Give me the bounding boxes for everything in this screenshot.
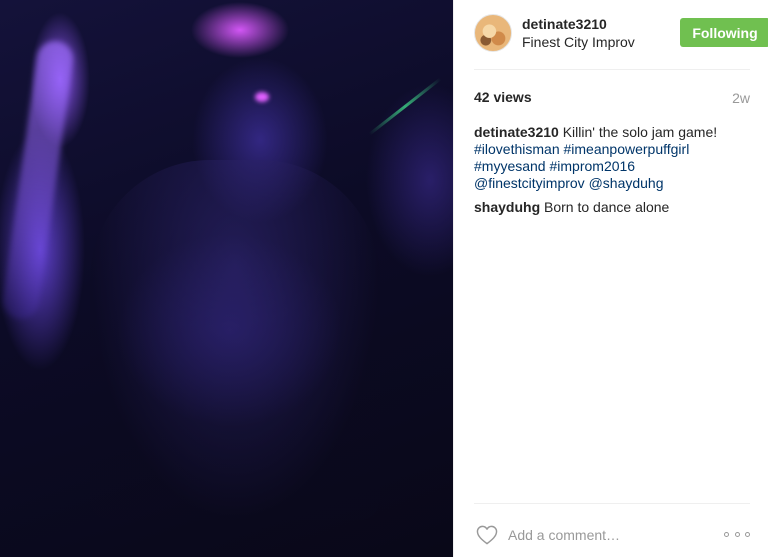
divider <box>474 69 750 70</box>
media-pink-glow <box>255 92 269 102</box>
divider <box>474 503 750 504</box>
ellipsis-icon[interactable] <box>724 526 750 542</box>
media-green-laser <box>368 77 442 136</box>
view-count: 42 views <box>474 89 532 105</box>
mention-link[interactable]: @finestcityimprov <box>474 175 585 191</box>
comment-text: Born to dance alone <box>540 199 670 215</box>
dot <box>724 531 729 537</box>
following-button[interactable]: Following <box>680 18 768 47</box>
caption-text: Killin' the solo jam game! <box>558 124 718 140</box>
hashtag-link[interactable]: #imeanpowerpuffgirl <box>564 141 690 157</box>
header-location[interactable]: Finest City Improv <box>522 34 635 50</box>
comment-username[interactable]: shayduhg <box>474 199 540 215</box>
add-comment-input[interactable] <box>508 524 708 546</box>
media-figure-shape <box>90 160 380 520</box>
post-header: detinate3210 Finest City Improv Followin… <box>474 14 768 54</box>
comment-bar <box>474 520 750 550</box>
header-username[interactable]: detinate3210 <box>522 16 607 32</box>
hashtag-link[interactable]: #improm2016 <box>549 158 635 174</box>
post-media-image[interactable] <box>0 0 453 557</box>
hashtag-link[interactable]: #ilovethisman <box>474 141 560 157</box>
dot <box>734 531 740 537</box>
mention-link[interactable]: @shayduhg <box>589 175 664 191</box>
caption-username[interactable]: detinate3210 <box>474 124 559 140</box>
hashtag-link[interactable]: #myyesand <box>474 158 546 174</box>
comment-list: detinate3210 Killin' the solo jam game! … <box>474 124 752 223</box>
avatar[interactable] <box>474 14 512 52</box>
list-item: shayduhg Born to dance alone <box>474 199 752 216</box>
heart-outline-icon[interactable] <box>476 525 498 545</box>
caption: detinate3210 Killin' the solo jam game! … <box>474 124 752 192</box>
post-side-panel: detinate3210 Finest City Improv Followin… <box>453 0 768 557</box>
media-light-streak <box>0 38 76 322</box>
dot <box>745 531 750 537</box>
post-timestamp[interactable]: 2w <box>732 90 750 106</box>
